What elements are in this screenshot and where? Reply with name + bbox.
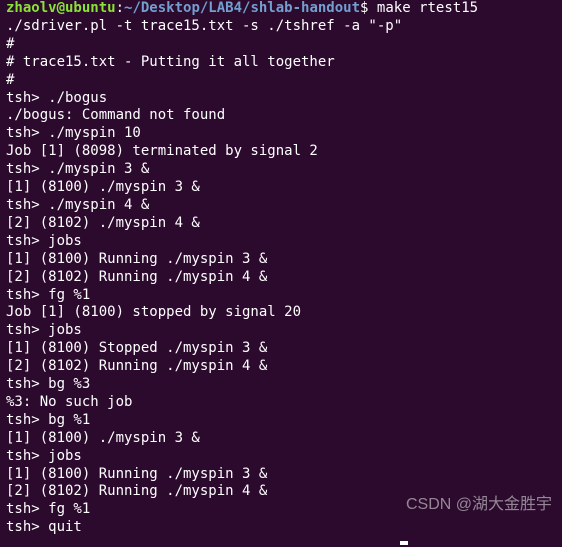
output-line: Job [1] (8100) stopped by signal 20: [6, 304, 556, 322]
output-line: tsh> ./bogus: [6, 90, 556, 108]
output-line: ./bogus: Command not found: [6, 107, 556, 125]
prompt-line: zhaolv@ubuntu:~/Desktop/LAB4/shlab-hando…: [6, 0, 556, 18]
command-input: make rtest15: [377, 0, 478, 16]
output-line: [1] (8100) ./myspin 3 &: [6, 179, 556, 197]
cursor: [400, 541, 408, 545]
output-line: [2] (8102) Running ./myspin 4 &: [6, 269, 556, 287]
output-line: [1] (8100) Stopped ./myspin 3 &: [6, 340, 556, 358]
prompt-end: $: [360, 0, 368, 16]
output-line: tsh> ./myspin 10: [6, 125, 556, 143]
output-line: tsh> quit: [6, 519, 556, 537]
output-line: [1] (8100) Running ./myspin 3 &: [6, 251, 556, 269]
output-line: # trace15.txt - Putting it all together: [6, 54, 556, 72]
watermark-text: CSDN @湖大金胜宇: [406, 495, 552, 515]
output-line: Job [1] (8098) terminated by signal 2: [6, 143, 556, 161]
output-line: tsh> bg %3: [6, 376, 556, 394]
output-line: [2] (8102) ./myspin 4 &: [6, 215, 556, 233]
output-line: tsh> ./myspin 4 &: [6, 197, 556, 215]
output-line: #: [6, 72, 556, 90]
output-line: tsh> jobs: [6, 322, 556, 340]
output-line: [1] (8100) ./myspin 3 &: [6, 430, 556, 448]
prompt-user-host: zhaolv@ubuntu: [6, 0, 116, 16]
prompt-path: ~/Desktop/LAB4/shlab-handout: [124, 0, 360, 16]
output-line: tsh> ./myspin 3 &: [6, 161, 556, 179]
output-line: [2] (8102) Running ./myspin 4 &: [6, 358, 556, 376]
output-line: tsh> jobs: [6, 233, 556, 251]
output-line: ./sdriver.pl -t trace15.txt -s ./tshref …: [6, 18, 556, 36]
output-line: tsh> fg %1: [6, 287, 556, 305]
output-line: %3: No such job: [6, 394, 556, 412]
terminal-output[interactable]: zhaolv@ubuntu:~/Desktop/LAB4/shlab-hando…: [0, 0, 562, 543]
prompt-separator: :: [116, 0, 124, 16]
output-line: #: [6, 36, 556, 54]
output-line: tsh> jobs: [6, 448, 556, 466]
output-line: tsh> bg %1: [6, 412, 556, 430]
output-line: [1] (8100) Running ./myspin 3 &: [6, 466, 556, 484]
